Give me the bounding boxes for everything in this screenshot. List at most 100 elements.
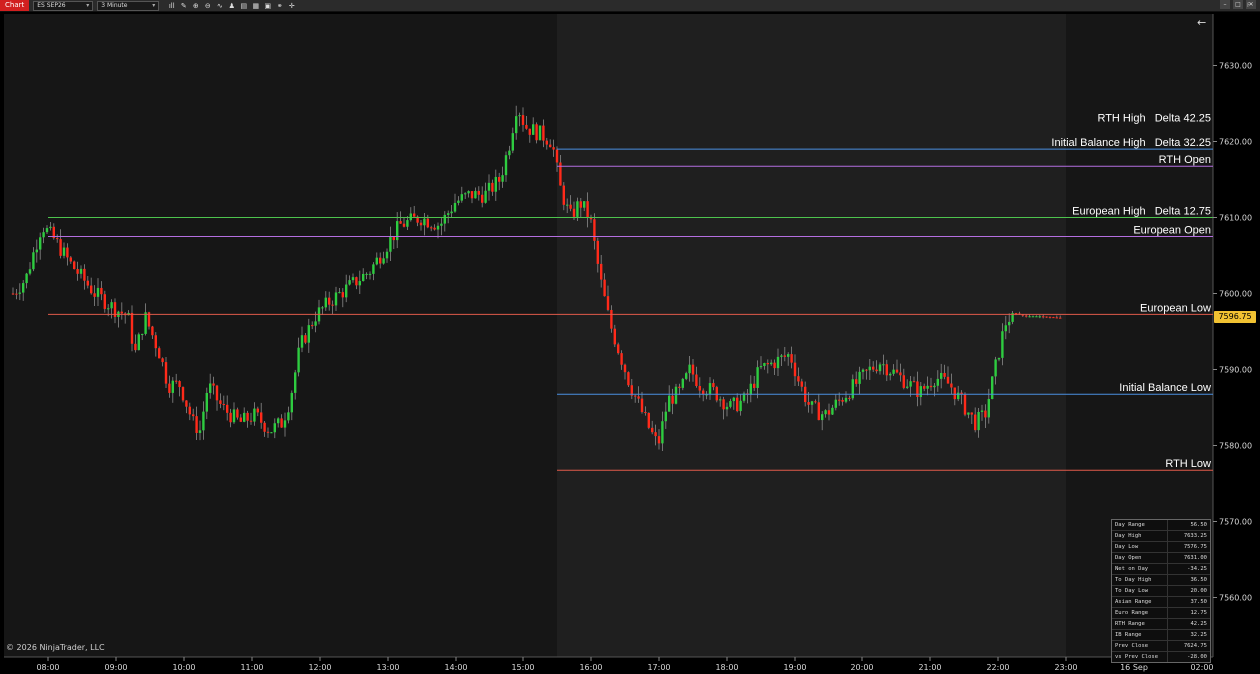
- candle-body: [120, 311, 123, 314]
- candle-body: [997, 357, 1001, 360]
- candle-body: [348, 280, 351, 285]
- candle-body: [460, 194, 463, 201]
- zoom-in-icon[interactable]: ⊕: [191, 2, 200, 10]
- stats-value: 7624.75: [1183, 643, 1207, 649]
- candle-body: [222, 403, 225, 405]
- candle-body: [1052, 317, 1055, 319]
- indicators-icon[interactable]: ∿: [215, 2, 224, 10]
- candle-body: [600, 263, 603, 280]
- candle-body: [923, 386, 926, 389]
- stats-row: Euro Range 12.75: [1112, 608, 1210, 619]
- data-box-icon[interactable]: ▣: [263, 2, 272, 10]
- candle-body: [256, 408, 259, 413]
- copyright-text: © 2026 NinjaTrader, LLC: [6, 643, 105, 652]
- candle-body: [678, 386, 681, 388]
- link-icon[interactable]: ⚭: [275, 2, 284, 10]
- candle-body: [39, 237, 42, 250]
- candle-body: [487, 182, 491, 191]
- candle-body: [239, 417, 242, 422]
- stats-value: -28.00: [1187, 654, 1207, 660]
- candle-body: [525, 124, 528, 129]
- candle-body: [1042, 316, 1045, 318]
- candle-body: [950, 383, 953, 388]
- level-label: RTH High Delta 42.25: [1097, 112, 1211, 124]
- candle-body: [379, 257, 382, 264]
- candle-body: [195, 416, 198, 433]
- candle-body: [603, 279, 606, 297]
- rth-session-shade: [557, 14, 1066, 657]
- stats-key: To Day Low: [1112, 586, 1168, 596]
- candle-body: [110, 302, 113, 309]
- templates-icon[interactable]: ▦: [251, 2, 260, 10]
- candle-body: [28, 269, 32, 274]
- stats-key: Net on Day: [1112, 564, 1168, 574]
- candle-body: [691, 364, 695, 375]
- candle-body: [62, 247, 66, 256]
- candle-body: [583, 201, 586, 208]
- candle-body: [453, 202, 457, 212]
- stats-row: Prev Close 7624.75: [1112, 641, 1210, 652]
- candle-body: [66, 247, 69, 258]
- stats-row: Day Open 7631.00: [1112, 553, 1210, 564]
- stats-row: To Day Low 20.00: [1112, 586, 1210, 597]
- maximize-icon[interactable]: □: [1233, 0, 1243, 9]
- stats-key: Day Range: [1112, 520, 1168, 530]
- zoom-out-icon[interactable]: ⊖: [203, 2, 212, 10]
- candle-body: [831, 407, 834, 415]
- interval-selector[interactable]: 3 Minute ▾: [97, 0, 160, 11]
- candle-body: [93, 293, 96, 297]
- candle-body: [586, 201, 589, 217]
- price-chart[interactable]: 7630.00 7620.00 7610.00 7600.00 7590.00 7580.…: [0, 12, 1260, 674]
- candle-body: [657, 436, 661, 444]
- candle-body: [759, 366, 763, 368]
- back-arrow-icon[interactable]: ←: [1197, 16, 1206, 29]
- stats-value: 7631.00: [1183, 555, 1207, 561]
- candle-body: [1004, 325, 1007, 332]
- stats-key: Day Open: [1112, 553, 1168, 563]
- stats-value: 56.50: [1190, 522, 1207, 528]
- draw-tools-icon[interactable]: ✎: [179, 2, 188, 10]
- candle-body: [205, 392, 208, 412]
- level-label: RTH Low: [1165, 458, 1211, 470]
- price-axis-label: 7600.00: [1219, 290, 1252, 299]
- time-axis-label: 18:00: [715, 663, 738, 672]
- stats-row: RTH Range 42.25: [1112, 619, 1210, 630]
- candle-body: [909, 381, 912, 387]
- strategies-icon[interactable]: ♟: [227, 2, 236, 10]
- candle-body: [882, 364, 885, 366]
- candle-body: [515, 116, 518, 134]
- minimize-icon[interactable]: –: [1220, 0, 1230, 9]
- chevron-down-icon: ▾: [152, 1, 156, 9]
- time-axis-label: 23:00: [1054, 663, 1077, 672]
- instrument-selector[interactable]: ES SEP26 ▾: [33, 0, 94, 11]
- candle-body: [508, 150, 511, 156]
- candle-body: [562, 185, 565, 205]
- candle-body: [627, 372, 630, 386]
- candle-body: [464, 193, 467, 195]
- candle-body: [137, 334, 140, 351]
- candle-body: [144, 312, 147, 334]
- last-price-tag: 7596.75: [1214, 311, 1256, 323]
- chart-tab[interactable]: Chart: [0, 0, 30, 11]
- candle-body: [328, 297, 331, 305]
- candle-body: [552, 147, 555, 150]
- candle-body: [729, 401, 732, 407]
- bar-type-icon[interactable]: ıll: [167, 2, 176, 10]
- candle-body: [725, 406, 729, 410]
- stats-row: Day Range 56.50: [1112, 520, 1210, 531]
- stats-value: 42.25: [1190, 621, 1207, 627]
- candle-body: [674, 386, 678, 404]
- candle-body: [946, 376, 950, 384]
- candle-body: [797, 376, 800, 382]
- crosshair-icon[interactable]: ✛: [287, 2, 296, 10]
- candle-body: [892, 369, 895, 374]
- stats-key: Asian Range: [1112, 597, 1168, 607]
- candle-body: [467, 191, 470, 194]
- properties-icon[interactable]: ▤: [239, 2, 248, 10]
- candle-body: [246, 412, 249, 421]
- stats-row: Day High 7633.25: [1112, 531, 1210, 542]
- candle-body: [504, 155, 508, 176]
- time-axis-label: 22:00: [986, 663, 1009, 672]
- time-axis-label: 10:00: [172, 663, 195, 672]
- candle-body: [943, 372, 946, 377]
